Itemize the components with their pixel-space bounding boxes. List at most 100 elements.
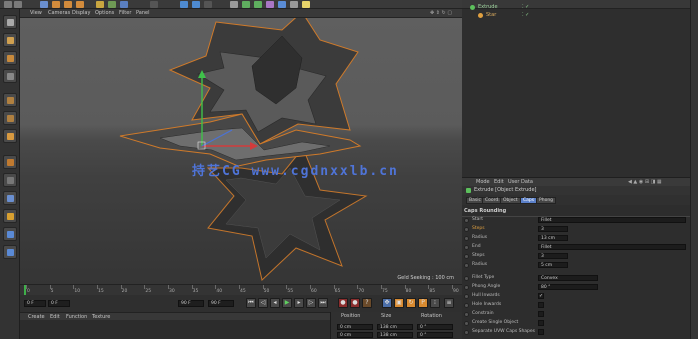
animate-radio-icon[interactable] bbox=[464, 303, 469, 308]
menu-options[interactable]: Options bbox=[95, 10, 114, 16]
perspective-viewport[interactable]: 持艺CG www.cgdnxxlb.cn Geld Seeking : 100 … bbox=[20, 18, 462, 284]
property-checkbox[interactable]: ✓ bbox=[538, 293, 544, 299]
property-checkbox[interactable] bbox=[538, 311, 544, 317]
menu-filter[interactable]: Filter bbox=[119, 10, 131, 16]
object-row-star[interactable]: Star ⁚ ✓ bbox=[474, 12, 624, 19]
key-rotation-button[interactable]: ↻ bbox=[406, 298, 416, 308]
tweak-mode-button[interactable] bbox=[3, 173, 17, 187]
property-value-field[interactable]: 3 bbox=[538, 253, 568, 259]
x-axis-icon[interactable] bbox=[96, 1, 104, 8]
camera-icon[interactable] bbox=[290, 1, 298, 8]
y-axis-icon[interactable] bbox=[108, 1, 116, 8]
tab-caps[interactable]: Caps bbox=[520, 197, 538, 204]
animate-radio-icon[interactable] bbox=[464, 276, 469, 281]
next-frame-button[interactable]: ▸ bbox=[294, 298, 304, 308]
menu-panel[interactable]: Panel bbox=[136, 10, 150, 16]
animate-radio-icon[interactable] bbox=[464, 254, 469, 259]
property-value-field[interactable]: Fillet bbox=[538, 244, 686, 250]
spline-icon[interactable] bbox=[242, 1, 250, 8]
model-mode-button[interactable] bbox=[3, 33, 17, 47]
scene-icon[interactable] bbox=[278, 1, 286, 8]
keyframe-selection-button[interactable]: ? bbox=[362, 298, 372, 308]
key-parameter-button[interactable]: P bbox=[418, 298, 428, 308]
animate-radio-icon[interactable] bbox=[464, 330, 469, 335]
animate-radio-icon[interactable] bbox=[464, 321, 469, 326]
make-editable-button[interactable] bbox=[3, 15, 17, 29]
light-icon[interactable] bbox=[302, 1, 310, 8]
visibility-dots-icon[interactable]: ⁚ ✓ bbox=[522, 4, 529, 10]
key-scale-button[interactable]: ▣ bbox=[394, 298, 404, 308]
nurbs-icon[interactable] bbox=[254, 1, 262, 8]
property-checkbox[interactable] bbox=[538, 302, 544, 308]
sculpt-button[interactable] bbox=[3, 209, 17, 223]
property-value-field[interactable]: 80 ° bbox=[538, 284, 598, 290]
extruded-star-object[interactable] bbox=[119, 18, 362, 167]
rotation-h-field[interactable]: 0 ° bbox=[417, 324, 453, 330]
attr-menu-mode[interactable]: Mode bbox=[476, 179, 490, 185]
visibility-dots-icon[interactable]: ⁚ ✓ bbox=[522, 12, 529, 18]
rotate-tool-icon[interactable] bbox=[76, 1, 84, 8]
animate-radio-icon[interactable] bbox=[464, 245, 469, 250]
viewport-scene[interactable] bbox=[20, 18, 462, 284]
property-checkbox[interactable] bbox=[538, 329, 544, 335]
hair-button[interactable] bbox=[3, 245, 17, 259]
undo-icon[interactable] bbox=[4, 1, 12, 8]
menu-view[interactable]: View bbox=[30, 10, 42, 16]
menu-display[interactable]: Display bbox=[72, 10, 90, 16]
size-y-field[interactable]: 138 cm bbox=[377, 332, 413, 338]
key-pla-button[interactable]: ⁝ bbox=[430, 298, 440, 308]
coordinate-system-icon[interactable] bbox=[150, 1, 158, 8]
goto-start-button[interactable]: ⏮ bbox=[246, 298, 256, 308]
texture-mode-button[interactable] bbox=[3, 51, 17, 65]
bodypaint-button[interactable] bbox=[3, 227, 17, 241]
size-x-field[interactable]: 138 cm bbox=[377, 324, 413, 330]
animate-radio-icon[interactable] bbox=[464, 236, 469, 241]
end-frame-field[interactable]: 90 F bbox=[178, 300, 204, 307]
next-key-button[interactable]: ▷ bbox=[306, 298, 316, 308]
object-manager[interactable]: Extrude ⁚ ✓ Star ⁚ ✓ bbox=[462, 4, 690, 177]
render-view-icon[interactable] bbox=[180, 1, 188, 8]
start-frame-field[interactable]: 0 F bbox=[24, 300, 46, 307]
property-value-field[interactable]: Fillet bbox=[538, 217, 686, 223]
z-axis-icon[interactable] bbox=[120, 1, 128, 8]
key-position-button[interactable]: ✥ bbox=[382, 298, 392, 308]
record-button[interactable]: ● bbox=[338, 298, 348, 308]
animate-radio-icon[interactable] bbox=[464, 263, 469, 268]
property-value-field[interactable]: Convex bbox=[538, 275, 598, 281]
tab-phong[interactable]: Phong bbox=[536, 197, 557, 204]
attr-nav-icons[interactable]: ◀ ▲ ◉ ⊞ ◨ ▦ bbox=[628, 179, 662, 185]
manager-tab-strip[interactable] bbox=[690, 0, 698, 339]
enable-axis-button[interactable] bbox=[3, 155, 17, 169]
snap-button[interactable] bbox=[3, 191, 17, 205]
attr-menu-user-data[interactable]: User Data bbox=[508, 179, 533, 185]
animate-radio-icon[interactable] bbox=[464, 312, 469, 317]
polygons-mode-button[interactable] bbox=[3, 129, 17, 143]
points-mode-button[interactable] bbox=[3, 93, 17, 107]
current-frame-field[interactable]: 0 F bbox=[48, 300, 70, 307]
material-manager-area[interactable] bbox=[20, 320, 330, 339]
property-checkbox[interactable] bbox=[538, 320, 544, 326]
position-x-field[interactable]: 0 cm bbox=[337, 324, 373, 330]
preview-end-field[interactable]: 90 F bbox=[208, 300, 234, 307]
prev-key-button[interactable]: ◁ bbox=[258, 298, 268, 308]
object-name[interactable]: Extrude bbox=[478, 4, 498, 10]
animate-radio-icon[interactable] bbox=[464, 218, 469, 223]
viewport-nav-icons[interactable]: ✥ ⇕ ↻ ▢ bbox=[430, 10, 452, 16]
rotation-p-field[interactable]: 0 ° bbox=[417, 332, 453, 338]
animate-radio-icon[interactable] bbox=[464, 285, 469, 290]
scale-tool-icon[interactable] bbox=[64, 1, 72, 8]
workplane-button[interactable] bbox=[3, 69, 17, 83]
property-value-field[interactable]: 3 bbox=[538, 226, 568, 232]
property-value-field[interactable]: 5 cm bbox=[538, 262, 568, 268]
autokey-button[interactable]: ● bbox=[350, 298, 360, 308]
render-settings-icon[interactable] bbox=[204, 1, 212, 8]
move-tool-icon[interactable] bbox=[52, 1, 60, 8]
timeline-menu-button[interactable]: ≡ bbox=[444, 298, 454, 308]
timeline-ruler[interactable]: 0 5 10 15 20 25 30 35 40 45 50 55 60 65 70 75 80 85 90 bbox=[20, 284, 462, 296]
animate-radio-icon[interactable] bbox=[464, 294, 469, 299]
tab-object[interactable]: Object bbox=[500, 197, 521, 204]
animate-radio-icon[interactable] bbox=[464, 227, 469, 232]
redo-icon[interactable] bbox=[14, 1, 22, 8]
object-row-extrude[interactable]: Extrude ⁚ ✓ bbox=[466, 4, 616, 11]
goto-end-button[interactable]: ⏭ bbox=[318, 298, 328, 308]
